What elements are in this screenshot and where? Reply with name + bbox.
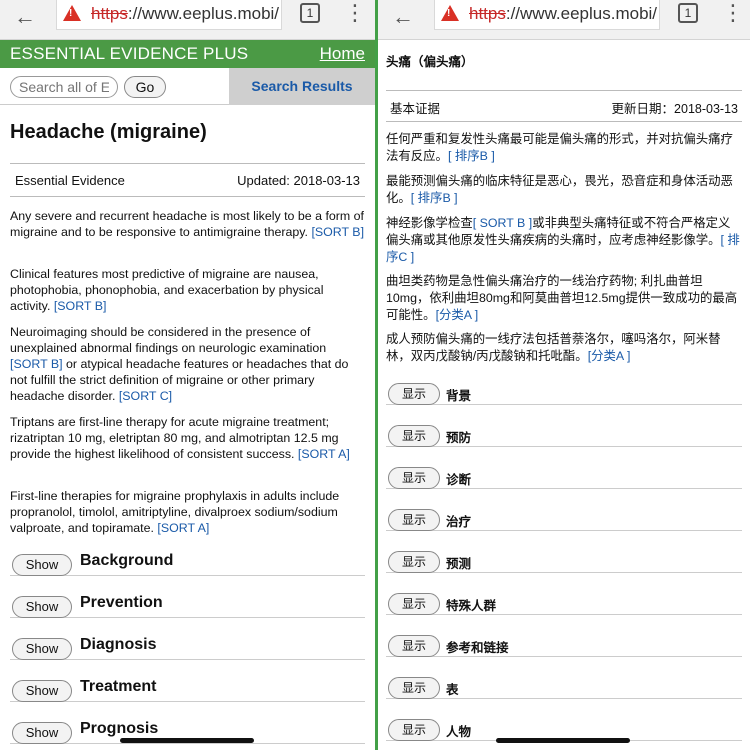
section-special-populations: 显示 特殊人群 (386, 585, 742, 615)
show-button[interactable]: 显示 (388, 425, 440, 447)
section-prevention: Show Prevention (10, 588, 365, 618)
section-background: 显示 背景 (386, 375, 742, 405)
section-title: 治疗 (446, 515, 472, 529)
overflow-menu-icon[interactable]: ⋮ (344, 0, 366, 26)
section-background: Show Background (10, 546, 365, 576)
not-secure-warning-icon[interactable] (441, 5, 459, 21)
sort-link[interactable]: [SORT B] (311, 225, 364, 239)
sort-link[interactable]: [SORT C] (119, 389, 172, 403)
show-button[interactable]: 显示 (388, 551, 440, 573)
search-row: Go Search Results (0, 68, 375, 105)
site-header: ESSENTIAL EVIDENCE PLUS Home (0, 40, 375, 68)
address-bar[interactable]: https://www.eeplus.mobi/ (56, 0, 282, 30)
section-title: Prognosis (80, 720, 159, 737)
updated-date: Updated: 2018-03-13 (237, 173, 360, 188)
section-title: 预测 (446, 557, 472, 571)
section-treatment: 显示 治疗 (386, 501, 742, 531)
evidence-paragraph: Clinical features most predictive of mig… (10, 267, 324, 313)
sort-link[interactable]: [ SORT B ] (473, 216, 532, 230)
section-title: 预防 (446, 431, 472, 445)
browser-toolbar: ← https://www.eeplus.mobi/ 1 ⋮ (378, 0, 750, 40)
section-diagnosis: 显示 诊断 (386, 459, 742, 489)
back-arrow-icon[interactable]: ← (14, 2, 36, 32)
url-text: https://www.eeplus.mobi/ (469, 4, 658, 23)
sort-link[interactable]: [分类A ] (436, 308, 479, 322)
evidence-label: Essential Evidence (15, 173, 125, 188)
tab-switcher-button[interactable]: 1 (300, 3, 320, 23)
browser-toolbar: ← https://www.eeplus.mobi/ 1 ⋮ (0, 0, 375, 40)
evidence-paragraph: Triptans are first-line therapy for acut… (10, 415, 350, 461)
go-button[interactable]: Go (124, 76, 166, 98)
evidence-paragraph: 最能预测偏头痛的临床特征是恶心，畏光，恐音症和身体活动恶化。[ 排序B ] (386, 174, 733, 205)
evidence-label: 基本证据 (390, 102, 441, 116)
evidence-paragraph: Neuroimaging should be considered in the… (10, 325, 349, 403)
show-button[interactable]: 显示 (388, 719, 440, 741)
search-input[interactable] (10, 76, 118, 98)
section-references: 显示 参考和链接 (386, 627, 742, 657)
section-tables: 显示表 (386, 669, 742, 699)
home-link[interactable]: Home (320, 44, 365, 64)
overflow-menu-icon[interactable]: ⋮ (722, 0, 744, 26)
not-secure-warning-icon[interactable] (63, 5, 81, 21)
evidence-paragraph: 曲坦类药物是急性偏头痛治疗的一线治疗药物; 利扎曲普坦10mg，依利曲坦80mg… (386, 274, 738, 322)
section-title: 诊断 (446, 473, 472, 487)
sort-link[interactable]: [SORT A] (157, 521, 209, 535)
show-button[interactable]: 显示 (388, 467, 440, 489)
section-prognosis: 显示 预测 (386, 543, 742, 573)
tab-switcher-button[interactable]: 1 (678, 3, 698, 23)
home-indicator (120, 738, 254, 743)
home-indicator (496, 738, 630, 743)
show-button[interactable]: 显示 (388, 593, 440, 615)
section-title: 背景 (446, 389, 472, 403)
page-title: 头痛（偏头痛） (386, 55, 474, 69)
section-title: Treatment (80, 678, 157, 695)
section-prevention: 显示 预防 (386, 417, 742, 447)
back-arrow-icon[interactable]: ← (392, 2, 414, 32)
evidence-paragraph: Any severe and recurrent headache is mos… (10, 209, 365, 239)
show-button[interactable]: 显示 (388, 383, 440, 405)
evidence-meta: 基本证据 更新日期：2018-03-13 (386, 90, 742, 122)
section-treatment: Show Treatment (10, 672, 365, 702)
evidence-paragraph: 神经影像学检查[ SORT B ]或非典型头痛特征或不符合严格定义偏头痛或其他原… (386, 216, 740, 264)
sort-link[interactable]: [分类A ] (588, 349, 631, 363)
evidence-paragraph: 任何严重和复发性头痛最可能是偏头痛的形式，并对抗偏头痛疗法有反应。[ 排序B ] (386, 132, 733, 163)
address-bar[interactable]: https://www.eeplus.mobi/ (434, 0, 660, 30)
sort-link[interactable]: [ 排序B ] (448, 149, 495, 163)
sort-link[interactable]: [SORT A] (298, 447, 350, 461)
updated-date: 更新日期：2018-03-13 (611, 102, 738, 116)
show-button[interactable]: 显示 (388, 677, 440, 699)
section-title: 人物 (446, 725, 472, 739)
section-title: Diagnosis (80, 636, 157, 653)
evidence-meta: Essential Evidence Updated: 2018-03-13 (10, 163, 365, 197)
english-pane: ← https://www.eeplus.mobi/ 1 ⋮ ESSENTIAL… (0, 0, 375, 750)
sort-link[interactable]: [ 排序B ] (411, 191, 458, 205)
section-title: 表 (446, 683, 459, 697)
section-title: 参考和链接 (446, 641, 509, 655)
show-button[interactable]: 显示 (388, 635, 440, 657)
show-button[interactable]: Show (12, 554, 72, 576)
show-button[interactable]: Show (12, 596, 72, 618)
url-text: https://www.eeplus.mobi/ (91, 4, 280, 23)
page-title: Headache (migraine) (10, 121, 207, 143)
section-figures: 显示 人物 (386, 711, 742, 741)
chinese-pane: ← https://www.eeplus.mobi/ 1 ⋮ 头痛（偏头痛） 基… (378, 0, 750, 750)
section-title: Prevention (80, 594, 163, 611)
section-diagnosis: Show Diagnosis (10, 630, 365, 660)
evidence-paragraph: First-line therapies for migraine prophy… (10, 489, 340, 535)
sort-link[interactable]: [SORT B] (54, 299, 107, 313)
site-brand: ESSENTIAL EVIDENCE PLUS (10, 44, 249, 63)
search-results-tab[interactable]: Search Results (229, 68, 375, 105)
section-title: 特殊人群 (446, 599, 497, 613)
evidence-paragraph: 成人预防偏头痛的一线疗法包括普萘洛尔，噻吗洛尔，阿米替林，双丙戊酸钠/丙戊酸钠和… (386, 332, 721, 363)
show-button[interactable]: Show (12, 722, 72, 744)
show-button[interactable]: Show (12, 680, 72, 702)
section-title: Background (80, 552, 174, 569)
show-button[interactable]: 显示 (388, 509, 440, 531)
sort-link[interactable]: [SORT B] (10, 357, 63, 371)
show-button[interactable]: Show (12, 638, 72, 660)
